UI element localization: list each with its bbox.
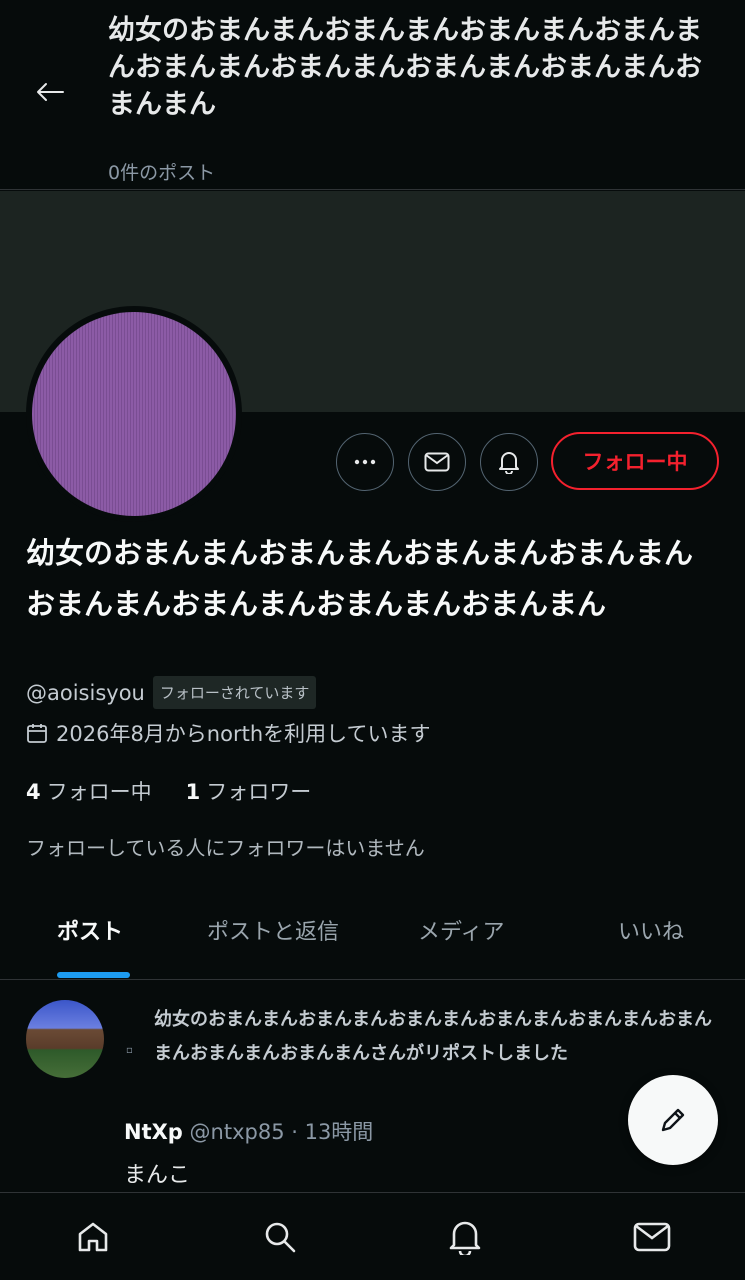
nav-home[interactable] bbox=[71, 1215, 115, 1259]
post-body: まんこ bbox=[124, 1163, 191, 1188]
tab-likes[interactable]: いいね bbox=[618, 914, 684, 946]
pencil-icon bbox=[661, 1108, 685, 1132]
followers-count: 1 bbox=[185, 780, 201, 804]
top-header: 幼女のおまんまんおまんまんおまんまんおまんまんおまんまんおまんまんおまんまんおま… bbox=[0, 0, 745, 190]
following-count: 4 bbox=[26, 780, 41, 804]
follow-stats: 4 フォロー中 1 フォロワー bbox=[26, 776, 311, 806]
bell-icon bbox=[449, 1221, 481, 1255]
profile-handle: @aoisisyou bbox=[26, 680, 145, 705]
handle-row: @aoisisyou フォローされています bbox=[26, 676, 317, 709]
more-button[interactable] bbox=[336, 433, 394, 491]
post-author-avatar[interactable] bbox=[26, 1000, 104, 1078]
joined-row: 2026年8月からnorthを利用しています bbox=[26, 718, 431, 748]
avatar[interactable] bbox=[32, 312, 236, 516]
no-common-followers: フォローしている人にフォロワーはいません bbox=[26, 836, 425, 860]
mail-icon bbox=[633, 1222, 671, 1252]
bell-icon bbox=[499, 452, 519, 474]
notify-button[interactable] bbox=[480, 433, 538, 491]
repost-text: 幼女のおまんまんおまんまんおまんまんおまんまんおまんまんおまんまんおまんまんおま… bbox=[154, 1009, 712, 1064]
message-button[interactable] bbox=[408, 433, 466, 491]
following-label: フォロー中 bbox=[46, 780, 152, 804]
back-button[interactable] bbox=[30, 72, 70, 112]
active-tab-indicator bbox=[57, 972, 130, 978]
followers-label: フォロワー bbox=[206, 780, 312, 804]
nav-messages[interactable] bbox=[630, 1215, 674, 1259]
tab-posts[interactable]: ポスト bbox=[57, 914, 123, 946]
arrow-left-icon bbox=[37, 83, 64, 101]
profile-name: 幼女のおまんまんおまんまんおまんまんおまんまんおまんまんおまんまんおまんまんおま… bbox=[26, 536, 694, 621]
post-count: 0件のポスト bbox=[108, 162, 216, 184]
profile-tabs: ポスト ポストと返信 メディア いいね bbox=[0, 880, 745, 980]
post-author-name[interactable]: NtXp bbox=[124, 1120, 183, 1144]
bottom-nav bbox=[0, 1192, 745, 1280]
post-meta: NtXp @ntxp85 · 13時間 bbox=[124, 1116, 373, 1146]
nav-search[interactable] bbox=[258, 1215, 302, 1259]
search-icon bbox=[265, 1222, 296, 1253]
calendar-icon bbox=[27, 724, 47, 743]
post-author-handle-time: @ntxp85 · 13時間 bbox=[189, 1120, 374, 1144]
tab-replies[interactable]: ポストと返信 bbox=[207, 914, 339, 946]
home-icon bbox=[78, 1222, 108, 1252]
nav-notifications[interactable] bbox=[443, 1215, 487, 1259]
mail-icon bbox=[424, 452, 450, 472]
joined-date: 2026年8月からnorthを利用しています bbox=[56, 722, 431, 746]
header-title: 幼女のおまんまんおまんまんおまんまんおまんまんおまんまんおまんまんおまんまんおま… bbox=[108, 15, 702, 120]
tab-media[interactable]: メディア bbox=[418, 914, 504, 946]
following-button[interactable]: フォロー中 bbox=[551, 432, 719, 490]
follows-you-badge: フォローされています bbox=[152, 676, 317, 709]
post-item[interactable]: ▫ 幼女のおまんまんおまんまんおまんまんおまんまんおまんまんおまんまんおまんまん… bbox=[0, 981, 745, 1191]
following-stat[interactable]: 4 フォロー中 bbox=[26, 776, 152, 806]
more-icon bbox=[354, 459, 376, 465]
repost-icon: ▫ bbox=[126, 1045, 133, 1056]
avatar-frame bbox=[26, 306, 242, 522]
compose-button[interactable] bbox=[628, 1075, 718, 1165]
followers-stat[interactable]: 1 フォロワー bbox=[186, 776, 312, 806]
